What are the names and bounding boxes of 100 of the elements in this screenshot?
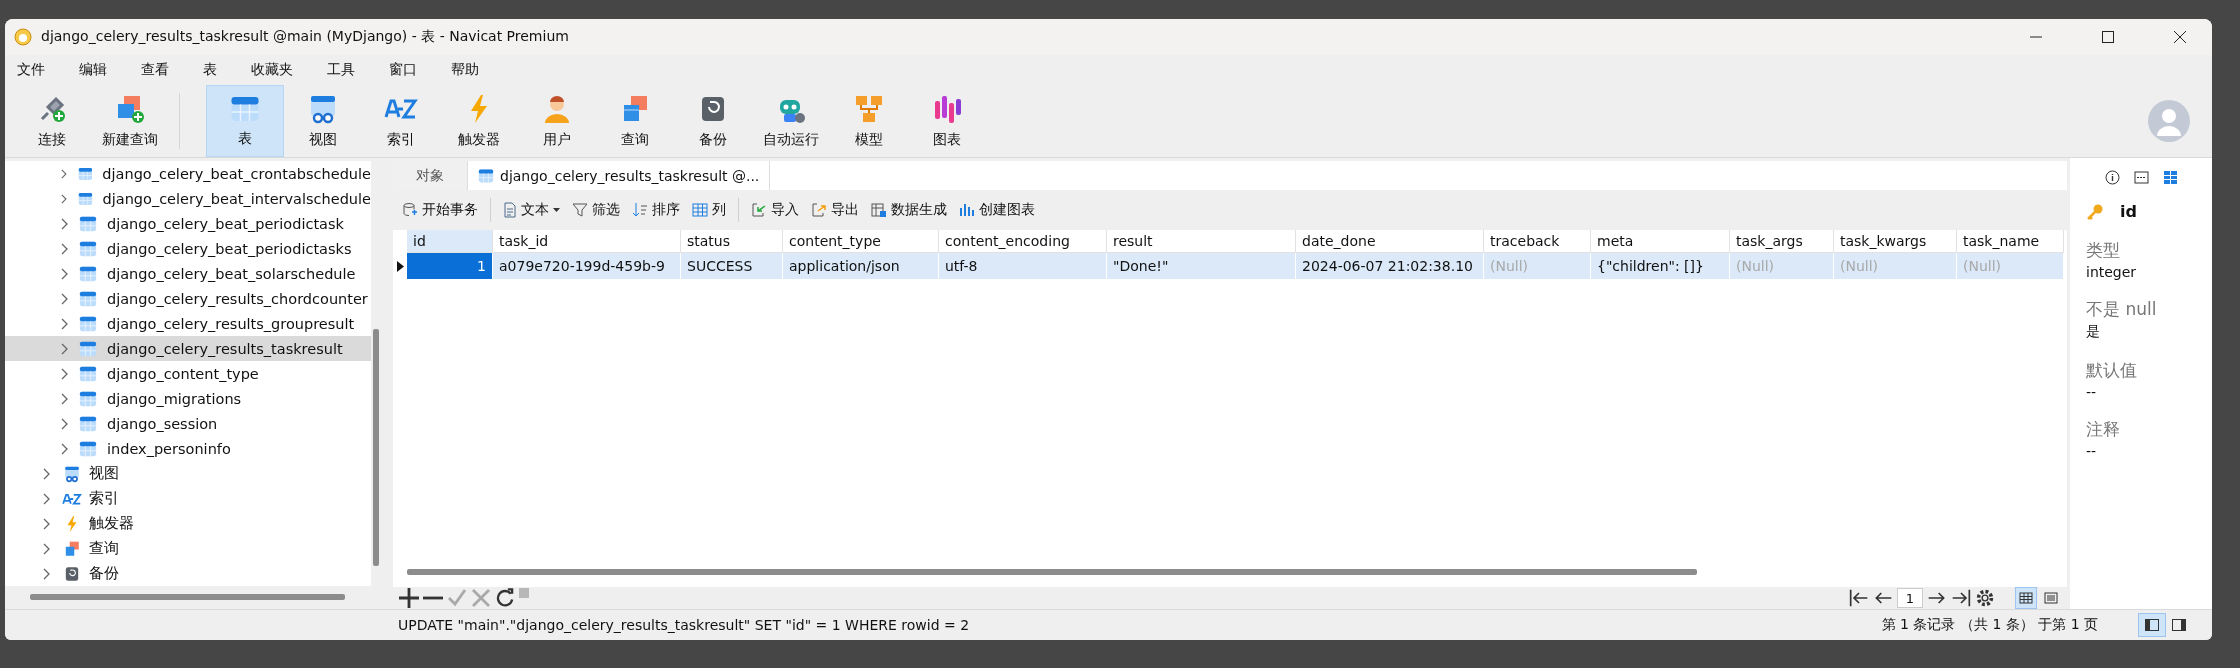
chevron-icon[interactable]	[61, 192, 68, 205]
scrollbar[interactable]	[407, 569, 1697, 575]
table-tree-item[interactable]: django_celery_results_taskresult	[5, 336, 371, 361]
chevron-icon[interactable]	[43, 467, 51, 480]
backup-icon	[63, 564, 81, 583]
toolbar-button[interactable]: 表	[206, 85, 284, 157]
tree-item[interactable]: 备份	[5, 561, 371, 586]
table-tree-item[interactable]: django_celery_beat_solarschedule	[5, 261, 371, 286]
toolbar-button[interactable]: 触发器	[440, 85, 518, 157]
toolbar-button[interactable]: 视图	[284, 85, 362, 157]
menu-item[interactable]: 窗口	[383, 61, 431, 79]
toolbar-button[interactable]: 筛选	[567, 199, 625, 221]
toolbar-button[interactable]: 模型	[830, 85, 908, 157]
table-cell[interactable]: utf-8	[939, 253, 1107, 279]
scrollbar[interactable]	[30, 594, 345, 600]
toolbar-button[interactable]: 索引	[362, 85, 440, 157]
chevron-icon[interactable]	[61, 442, 69, 455]
column-header[interactable]: id	[407, 230, 493, 253]
toolbar-button[interactable]: 连接	[13, 85, 91, 157]
table-icon	[79, 364, 97, 383]
chevron-icon[interactable]	[61, 267, 69, 280]
first-page-icon[interactable]	[1849, 588, 1869, 608]
chevron-icon[interactable]	[43, 492, 51, 505]
chevron-icon[interactable]	[43, 567, 51, 580]
table-tree-item[interactable]: django_session	[5, 411, 371, 436]
table-tree-item[interactable]: django_celery_beat_periodictask	[5, 211, 371, 236]
chevron-icon[interactable]	[61, 392, 69, 405]
chevron-icon[interactable]	[61, 417, 69, 430]
record-info: 第 1 条记录 （共 1 条） 于第 1 页	[1881, 616, 2098, 634]
menu-item[interactable]: 查看	[135, 61, 183, 79]
tree-item[interactable]: 查询	[5, 536, 371, 561]
toolbar-button[interactable]: 列	[687, 199, 731, 221]
settings-icon[interactable]	[1975, 588, 1995, 608]
database-icon	[402, 202, 418, 218]
check-icon[interactable]	[447, 588, 467, 608]
toolbar-button[interactable]: 排序	[627, 199, 685, 221]
document-icon	[503, 202, 517, 218]
tree-item[interactable]: 触发器	[5, 511, 371, 536]
table-tree-item[interactable]: django_celery_beat_periodictasks	[5, 236, 371, 261]
chart-icon	[959, 202, 975, 218]
table-cell[interactable]: "Done!"	[1107, 253, 1296, 279]
left-panel-button[interactable]	[2138, 613, 2166, 637]
info-icon[interactable]	[2104, 169, 2120, 185]
property-label: 不是 null	[2086, 298, 2158, 321]
toolbar-button[interactable]: 导入	[746, 199, 804, 221]
chevron-icon[interactable]	[61, 217, 69, 230]
ddl-icon[interactable]	[2133, 169, 2149, 185]
menu-item[interactable]: 文件	[11, 61, 59, 79]
page-field[interactable]: 1	[1897, 588, 1923, 608]
toolbar-button[interactable]: 备份	[674, 85, 752, 157]
table-cell[interactable]: a079e720-199d-459b-9	[493, 253, 681, 279]
tab[interactable]: 对象	[393, 161, 468, 190]
chevron-icon[interactable]	[61, 242, 69, 255]
tree-item[interactable]: 视图	[5, 461, 371, 486]
table-cell[interactable]: application/json	[783, 253, 939, 279]
close-icon	[2174, 31, 2186, 43]
chevron-icon[interactable]	[61, 167, 68, 180]
sql-statement: UPDATE "main"."django_celery_results_taskresult" SET "id" = 1 WHERE rowid = 2	[398, 617, 971, 633]
chevron-icon[interactable]	[61, 317, 69, 330]
table-cell[interactable]: 1	[407, 253, 493, 279]
grid-view-icon[interactable]	[2015, 587, 2037, 609]
table-cell[interactable]: 2024-06-07 21:02:38.10	[1296, 253, 1484, 279]
menu-item[interactable]: 帮助	[445, 61, 493, 79]
chevron-icon[interactable]	[61, 292, 69, 305]
grid-icon[interactable]	[2162, 169, 2178, 185]
toolbar-button[interactable]: 开始事务	[397, 199, 483, 221]
columns-icon	[692, 202, 708, 218]
toolbar-button[interactable]: 新建查询	[91, 85, 169, 157]
table-tree-item[interactable]: django_celery_results_groupresult	[5, 311, 371, 336]
table-tree-item[interactable]: django_migrations	[5, 386, 371, 411]
toolbar-button[interactable]: 数据生成	[866, 199, 952, 221]
table-tree-item[interactable]: django_celery_results_chordcounter	[5, 286, 371, 311]
chevron-icon[interactable]	[61, 367, 69, 380]
toolbar-button[interactable]: 自动运行	[752, 85, 830, 157]
table-cell[interactable]: {"children": []}	[1591, 253, 1730, 279]
menu-item[interactable]: 工具	[321, 61, 369, 79]
toolbar-button[interactable]: 查询	[596, 85, 674, 157]
menu-item[interactable]: 表	[197, 61, 231, 79]
export-icon	[811, 202, 827, 218]
table-tree-item[interactable]: django_celery_beat_intervalschedule	[5, 186, 371, 211]
table-cell[interactable]: SUCCESS	[681, 253, 783, 279]
last-page-icon[interactable]	[1951, 588, 1971, 608]
chevron-icon[interactable]	[61, 342, 69, 355]
scrollbar[interactable]	[373, 329, 379, 566]
table-tree-item[interactable]: index_personinfo	[5, 436, 371, 461]
toolbar-button[interactable]: 导出	[806, 199, 864, 221]
query-icon	[63, 539, 81, 558]
table-tree-item[interactable]: django_celery_beat_crontabschedule	[5, 161, 371, 186]
toolbar-button[interactable]: 图表	[908, 85, 986, 157]
table-tree-item[interactable]: django_content_type	[5, 361, 371, 386]
toolbar-button[interactable]: 用户	[518, 85, 596, 157]
menu-item[interactable]: 收藏夹	[245, 61, 307, 79]
chevron-icon[interactable]	[43, 542, 51, 555]
toolbar-button[interactable]: 文本	[498, 199, 565, 221]
toolbar-button[interactable]: 创建图表	[954, 199, 1040, 221]
refresh-icon[interactable]	[495, 588, 515, 608]
add-icon[interactable]	[399, 588, 419, 608]
chevron-icon[interactable]	[43, 517, 51, 530]
menu-item[interactable]: 编辑	[73, 61, 121, 79]
tree-item[interactable]: 索引	[5, 486, 371, 511]
